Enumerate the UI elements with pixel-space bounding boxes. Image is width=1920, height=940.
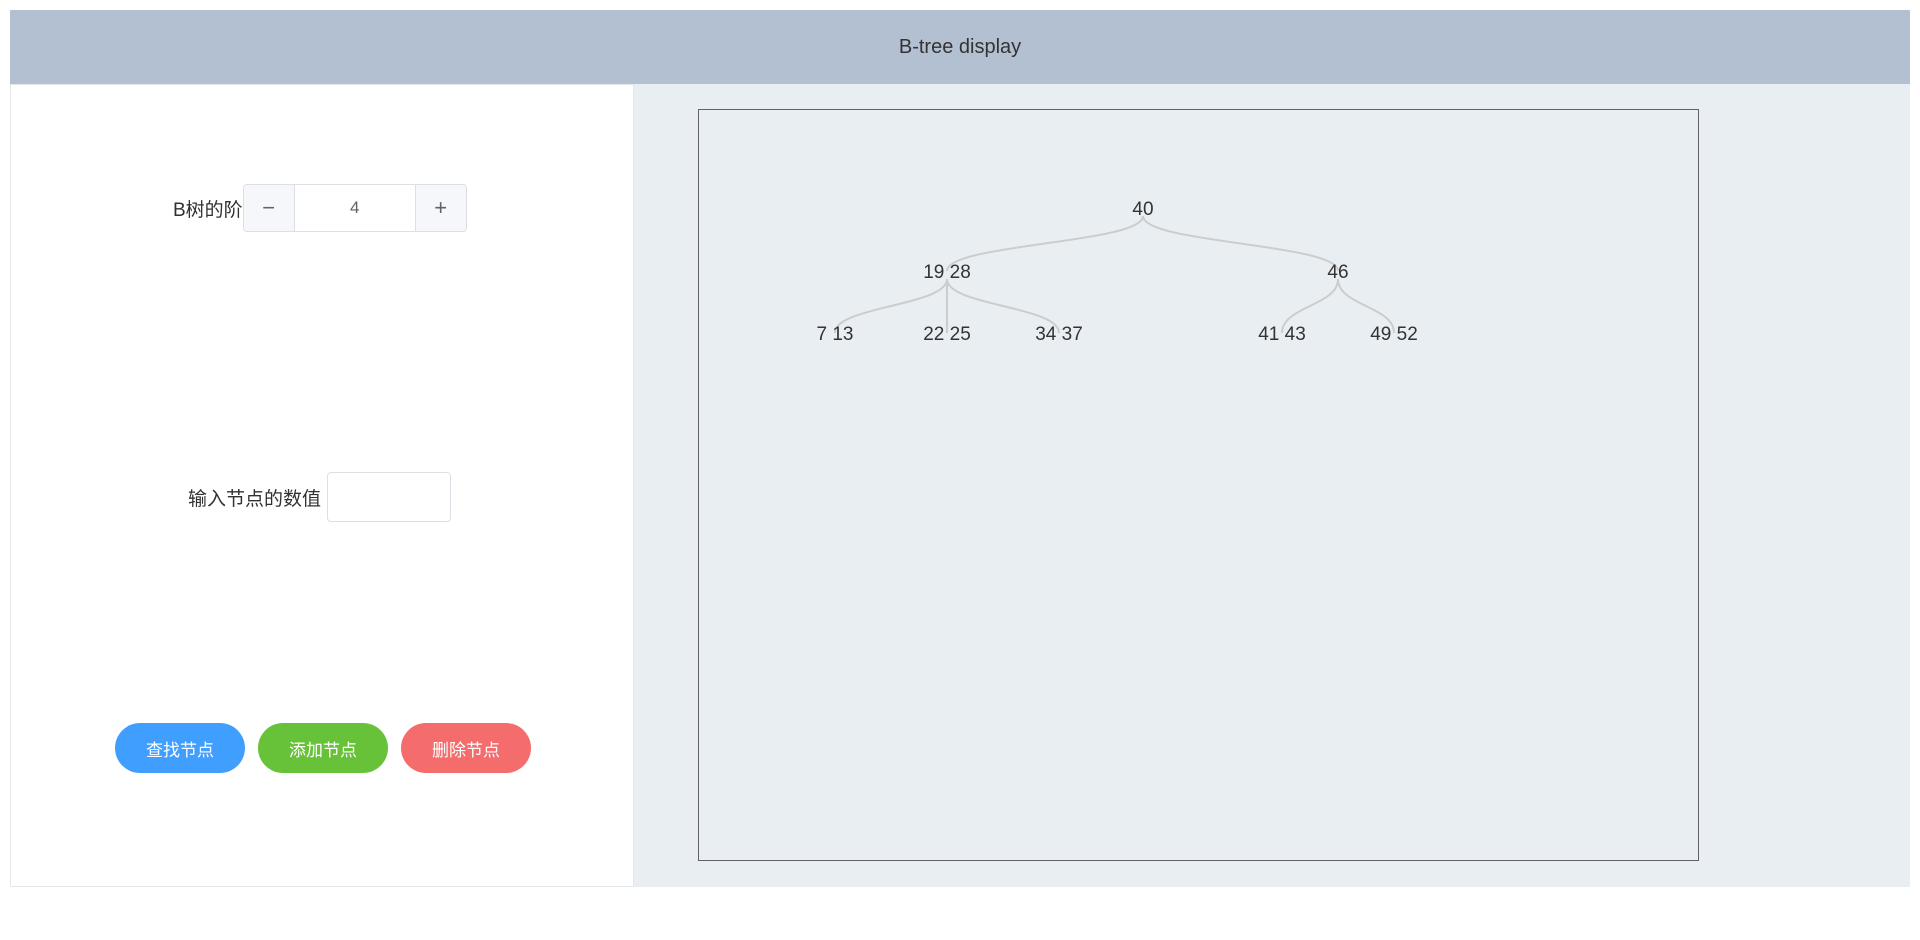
tree-links [834, 215, 1395, 334]
order-row: B树的阶 − + [173, 184, 467, 232]
tree-node: 41 43 [1258, 324, 1306, 345]
tree-node: 34 37 [1035, 324, 1083, 345]
tree-display-area: 7 13 22 25 34 37 19 28 41 43 49 52 46 40 [634, 84, 1910, 887]
tree-node: 40 [1132, 199, 1153, 220]
node-value-label: 输入节点的数值 [188, 488, 322, 510]
tree-canvas: 7 13 22 25 34 37 19 28 41 43 49 52 46 40 [698, 109, 1699, 861]
page-title: B-tree display [898, 35, 1022, 58]
tree-node: 19 28 [923, 262, 971, 283]
minus-icon: − [262, 195, 276, 220]
btree-diagram: 7 13 22 25 34 37 19 28 41 43 49 52 46 40 [817, 199, 1418, 345]
node-value-input[interactable] [327, 472, 452, 522]
tree-nodes: 7 13 22 25 34 37 19 28 41 43 49 52 46 40 [817, 199, 1418, 345]
page-header: B-tree display [10, 10, 1910, 84]
tree-node: 46 [1327, 262, 1348, 283]
order-stepper: − + [242, 184, 467, 232]
decrease-order-button[interactable]: − [243, 185, 295, 231]
tree-node: 22 25 [923, 324, 971, 345]
plus-icon: + [434, 195, 448, 220]
node-value-row: 输入节点的数值 [188, 472, 452, 522]
tree-link [946, 215, 1144, 272]
tree-link [1142, 215, 1339, 272]
delete-node-button[interactable]: 删除节点 [401, 723, 531, 773]
add-node-button[interactable]: 添加节点 [258, 723, 388, 773]
app-container: B-tree display B树的阶 − + 输入节点的数值 查找节点 添加节… [10, 10, 1910, 887]
find-node-button[interactable]: 查找节点 [115, 723, 245, 773]
tree-node: 7 13 [817, 324, 854, 345]
increase-order-button[interactable]: + [414, 185, 466, 231]
tree-node: 49 52 [1370, 324, 1418, 345]
order-label: B树的阶 [173, 199, 243, 221]
order-input[interactable] [294, 185, 415, 231]
control-panel: B树的阶 − + 输入节点的数值 查找节点 添加节点 删除节点 [10, 84, 634, 887]
